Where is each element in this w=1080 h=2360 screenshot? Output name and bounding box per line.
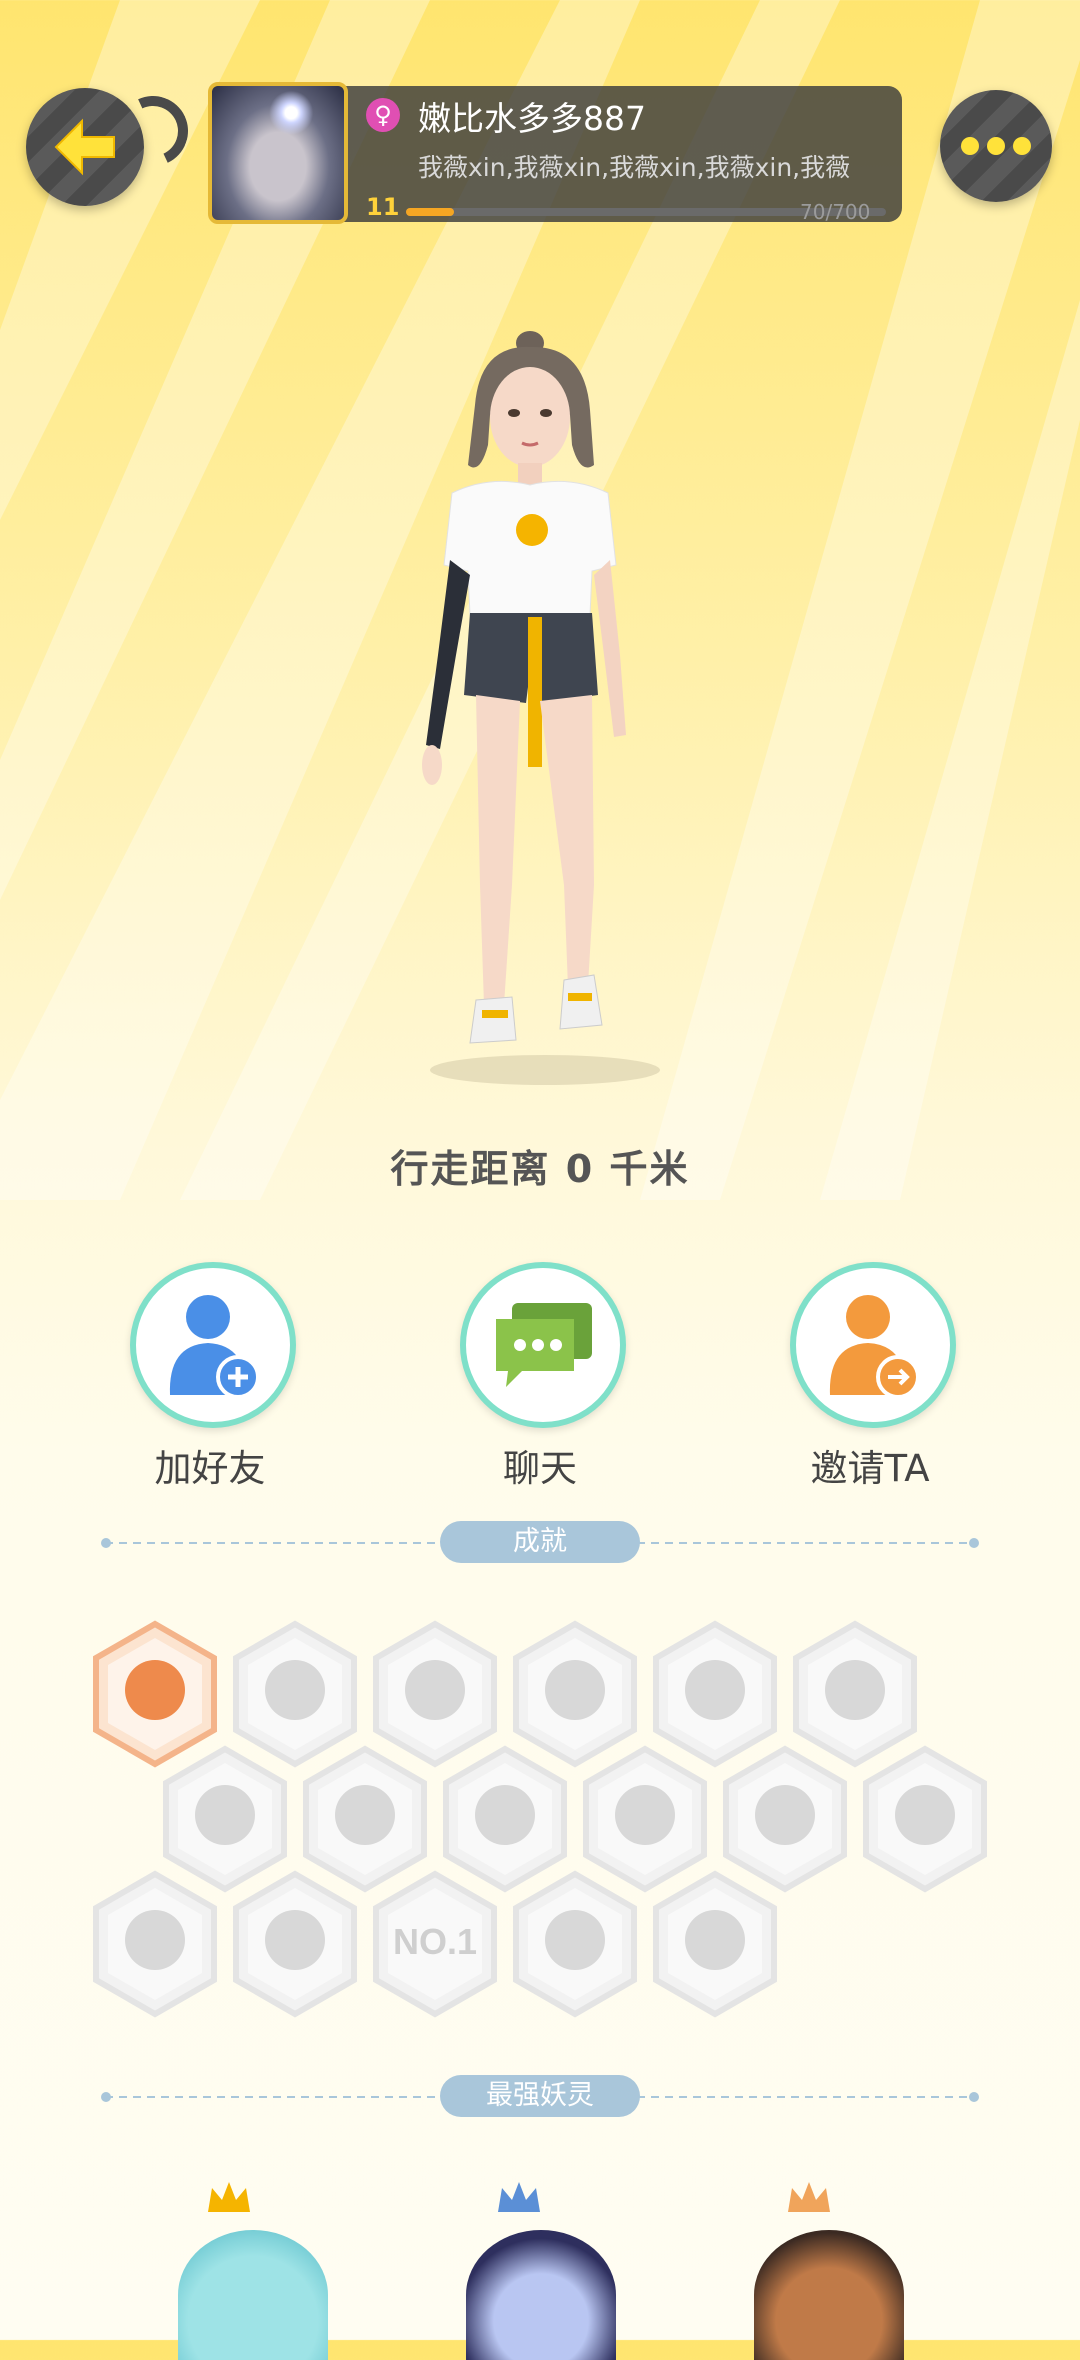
no1-text: NO.1 <box>393 1921 477 1962</box>
dragon-badge[interactable] <box>860 1745 990 1893</box>
no1-badge[interactable]: NO.1 <box>370 1870 500 2018</box>
xp-text: 70/700 <box>800 200 871 224</box>
add-friend-label: 加好友 <box>154 1447 266 1490</box>
spirit-girl-avatar[interactable] <box>466 2230 616 2360</box>
add-friend-button[interactable]: 加好友 <box>130 1262 296 1492</box>
hex-frame <box>653 1870 777 2018</box>
level-number: 11 <box>366 193 400 221</box>
crown-icon <box>498 2182 540 2212</box>
hex-frame <box>513 1870 637 2018</box>
xp-progress-fill <box>406 208 454 216</box>
female-gender-icon: ♀ <box>366 98 400 132</box>
hex-frame <box>233 1870 357 2018</box>
add-friend-circle <box>130 1262 296 1428</box>
spirit-warrior-avatar[interactable] <box>754 2230 904 2360</box>
add-friend-icon <box>169 1295 260 1399</box>
signature-text: 我薇xin,我薇xin,我薇xin,我薇xin,我薇 <box>418 153 851 182</box>
achievements-header: 成就 <box>440 1521 640 1563</box>
hex-frame: NO.1 <box>373 1870 497 2018</box>
crossed-swords-badge[interactable] <box>650 1870 780 2018</box>
spirit-cat-avatar[interactable] <box>178 2230 328 2360</box>
shield-badge[interactable] <box>90 1870 220 2018</box>
invite-label: 邀请TA <box>810 1447 930 1490</box>
skull-belt-badge[interactable] <box>510 1870 640 2018</box>
invite-icon <box>829 1295 920 1399</box>
crown-icon <box>788 2182 830 2212</box>
more-dot <box>987 137 1005 155</box>
walking-distance: 行走距离 0 千米 <box>390 1147 690 1191</box>
more-dot <box>1013 137 1031 155</box>
crown-icon <box>208 2182 250 2212</box>
back-arrow-icon <box>54 118 115 176</box>
hex-frame <box>93 1870 217 2018</box>
more-dots-icon <box>961 137 979 155</box>
username: 嫩比水多多887 <box>418 99 646 138</box>
chat-label: 聊天 <box>503 1447 577 1490</box>
hex-frame <box>863 1745 987 1893</box>
strongest-header: 最强妖灵 <box>440 2075 640 2117</box>
player-character[interactable] <box>380 325 680 1085</box>
chat-button[interactable]: 聊天 <box>460 1262 626 1492</box>
chat-circle <box>460 1262 626 1428</box>
invite-circle <box>790 1262 956 1428</box>
more-button[interactable] <box>940 90 1052 202</box>
chat-icon <box>496 1303 592 1387</box>
avatar[interactable] <box>208 82 348 224</box>
fox-book-badge[interactable] <box>230 1870 360 2018</box>
invite-button[interactable]: 邀请TA <box>790 1262 956 1492</box>
